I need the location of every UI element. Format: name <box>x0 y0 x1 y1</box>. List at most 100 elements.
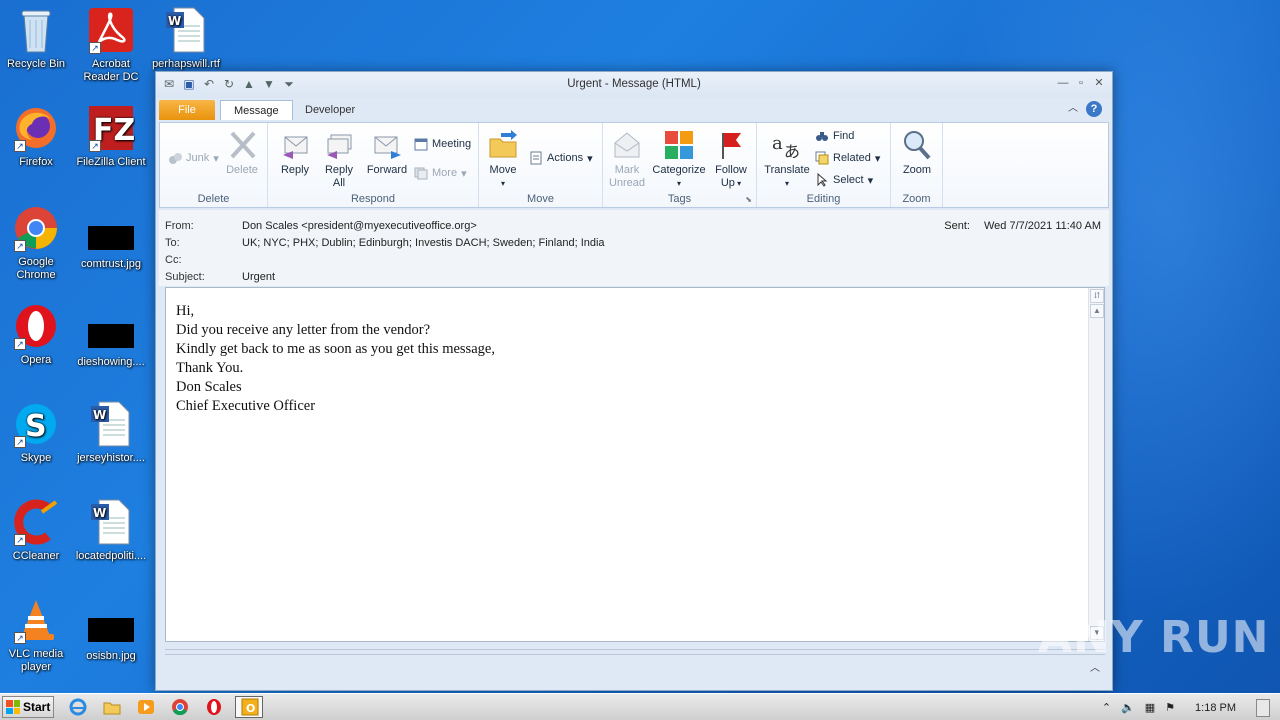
junk-label: Junk <box>186 152 210 164</box>
find-button[interactable]: Find <box>815 129 854 143</box>
meeting-button[interactable]: Meeting <box>414 137 471 151</box>
desktop-icon-label: Firefox <box>19 156 53 168</box>
people-pane-divider[interactable] <box>165 649 1105 655</box>
desktop-icon-filezilla[interactable]: FZ ↗ FileZilla Client <box>73 104 149 169</box>
desktop-icon-opera[interactable]: ↗ Opera <box>0 302 74 367</box>
tab-message[interactable]: Message <box>220 100 293 120</box>
message-text: Hi, Did you receive any letter from the … <box>176 302 495 416</box>
clock[interactable]: 1:18 PM <box>1195 702 1236 714</box>
desktop-icon-acrobat[interactable]: ↗ Acrobat Reader DC <box>73 6 149 84</box>
close-icon[interactable]: ✕ <box>1092 76 1106 90</box>
desktop-icon-label: locatedpoliti.... <box>75 550 147 562</box>
move-button[interactable]: Move ▾ <box>485 129 521 190</box>
body-line: Did you receive any letter from the vend… <box>176 322 431 338</box>
desktop-icon-locatedpoliti[interactable]: W locatedpoliti.... <box>73 498 149 563</box>
title-bar: ✉ ▣ ↶ ↻ ▲ ▼ ⏷ Urgent - Message (HTML) — … <box>156 72 1112 98</box>
volume-icon[interactable]: 🔈 <box>1121 701 1135 714</box>
filezilla-icon: FZ ↗ <box>87 104 135 152</box>
tab-developer[interactable]: Developer <box>292 100 368 120</box>
maximize-icon[interactable]: ▫ <box>1074 76 1088 90</box>
translate-button[interactable]: aあ Translate ▾ <box>761 129 813 190</box>
delete-button[interactable]: Delete <box>222 129 262 177</box>
scroll-split-icon[interactable]: ⇵ <box>1090 289 1104 303</box>
acrobat-icon: ↗ <box>87 6 135 54</box>
media-player-icon[interactable] <box>136 698 156 716</box>
zoom-label: Zoom <box>902 164 932 176</box>
body-line: Kindly get back to me as soon as you get… <box>176 341 495 357</box>
file-explorer-icon[interactable] <box>102 698 122 716</box>
group-label-zoom: Zoom <box>902 193 931 205</box>
junk-button[interactable]: Junk ▾ <box>168 151 219 165</box>
flag-icon <box>715 129 747 161</box>
minimize-icon[interactable]: — <box>1056 76 1070 90</box>
desktop-icon-jerseyhistor[interactable]: W jerseyhistor.... <box>73 400 149 465</box>
firefox-icon: ↗ <box>12 104 60 152</box>
desktop-icon-perhapswill[interactable]: W perhapswill.rtf <box>148 6 224 71</box>
reply-button[interactable]: Reply <box>276 129 314 177</box>
tab-file[interactable]: File <box>159 100 215 120</box>
group-editing: aあ Translate ▾ Find Related ▾ Select ▾ Edit… <box>757 123 891 207</box>
start-button[interactable]: Start <box>2 696 54 718</box>
scroll-up-icon[interactable]: ▲ <box>1090 304 1104 318</box>
desktop-icon-firefox[interactable]: ↗ Firefox <box>0 104 74 169</box>
windows-logo-icon <box>6 700 20 714</box>
desktop-icon-label: VLC media player <box>8 648 64 673</box>
desktop-icon-skype[interactable]: S ↗ Skype <box>0 400 74 465</box>
mark-unread-button[interactable]: Mark Unread <box>607 129 647 190</box>
group-zoom: Zoom Zoom <box>891 123 943 207</box>
related-button[interactable]: Related ▾ <box>815 151 880 165</box>
desktop-icon-label: Opera <box>20 354 52 366</box>
action-center-flag-icon[interactable]: ⚑ <box>1165 701 1175 714</box>
move-label: Move <box>489 164 517 176</box>
from-value[interactable]: Don Scales <president@myexecutiveoffice.… <box>242 220 477 232</box>
desktop-icon-label: Skype <box>20 452 52 464</box>
chrome-icon: ↗ <box>12 204 60 252</box>
desktop-icon-ccleaner[interactable]: ↗ CCleaner <box>0 498 74 563</box>
show-hidden-icons[interactable]: ⌃ <box>1102 701 1111 714</box>
more-label: More <box>432 167 458 179</box>
to-value[interactable]: UK; NYC; PHX; Dublin; Edinburgh; Investi… <box>242 237 605 249</box>
forward-icon <box>371 129 403 161</box>
help-icon[interactable]: ? <box>1086 101 1102 117</box>
desktop-icon-label: perhapswill.rtf <box>152 58 220 70</box>
dialog-launcher-icon[interactable]: ⬊ <box>745 195 752 204</box>
categorize-button[interactable]: Categorize ▾ <box>651 129 707 190</box>
actions-button[interactable]: Actions ▾ <box>529 151 593 165</box>
svg-text:S: S <box>25 409 47 444</box>
categorize-icon <box>663 129 695 161</box>
opera-taskbar-icon[interactable] <box>204 698 224 716</box>
junk-icon <box>168 151 182 165</box>
message-body[interactable]: Hi, Did you receive any letter from the … <box>165 287 1105 642</box>
sent-field: Sent: Wed 7/7/2021 11:40 AM <box>944 220 1101 232</box>
chrome-taskbar-icon[interactable] <box>170 698 190 716</box>
select-button[interactable]: Select ▾ <box>815 172 873 187</box>
related-label: Related <box>833 152 871 164</box>
select-label: Select <box>833 174 864 186</box>
vertical-scrollbar[interactable]: ⇵ ▲ ▼ <box>1088 288 1104 641</box>
cursor-icon <box>815 172 829 187</box>
desktop-icon-chrome[interactable]: ↗ Google Chrome <box>0 204 74 282</box>
desktop-icon-recycle-bin[interactable]: Recycle Bin <box>0 6 74 71</box>
forward-button[interactable]: Forward <box>364 129 410 177</box>
desktop-icon-vlc[interactable]: ↗ VLC media player <box>0 596 74 674</box>
body-line: Chief Executive Officer <box>176 398 316 414</box>
image-thumbnail-icon <box>88 324 134 348</box>
cc-label: Cc: <box>165 254 182 266</box>
actions-label: Actions <box>547 152 584 164</box>
reply-all-icon <box>323 129 355 161</box>
reply-all-button[interactable]: Reply All <box>320 129 358 190</box>
show-desktop-button[interactable] <box>1256 698 1270 717</box>
desktop-icon-dieshowing[interactable]: dieshowing.... <box>73 312 149 369</box>
outlook-taskbar-icon[interactable]: O <box>235 696 263 718</box>
desktop-icon-osisbn[interactable]: osisbn.jpg <box>73 606 149 663</box>
network-icon[interactable]: ▦ <box>1145 701 1155 714</box>
recycle-bin-icon <box>12 6 60 54</box>
group-delete: Junk ▾ Delete Delete <box>160 123 268 207</box>
internet-explorer-icon[interactable] <box>68 698 88 716</box>
desktop-icon-comtrust[interactable]: comtrust.jpg <box>73 214 149 271</box>
zoom-button[interactable]: Zoom <box>897 129 937 177</box>
sent-label: Sent: <box>944 220 970 232</box>
more-button[interactable]: More ▾ <box>414 166 467 180</box>
follow-up-button[interactable]: Follow Up ▾ <box>711 129 751 190</box>
minimize-ribbon-icon[interactable]: ︿ <box>1068 101 1078 117</box>
